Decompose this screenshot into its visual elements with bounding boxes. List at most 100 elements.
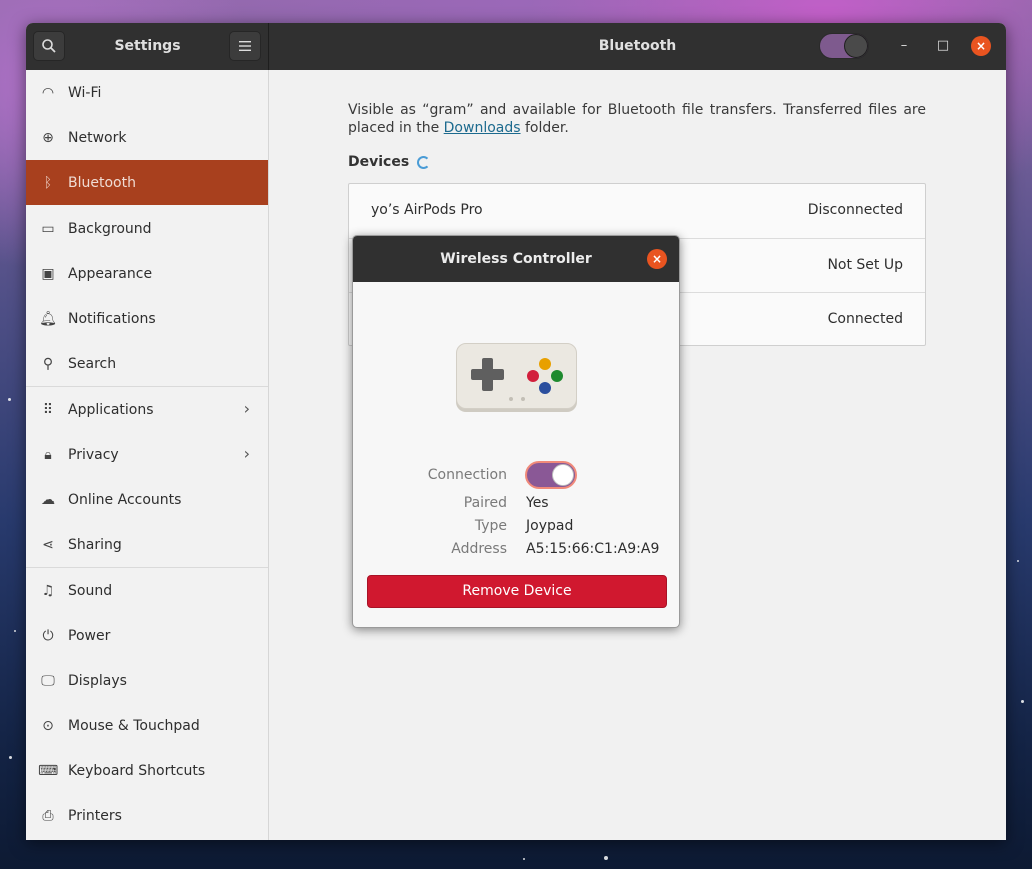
type-label: Type [474, 518, 507, 534]
gamepad-start-dot [521, 397, 525, 401]
scanning-spinner-icon [417, 156, 430, 169]
gamepad-button-left [527, 370, 539, 382]
visibility-description: Visible as “gram” and available for Blue… [348, 101, 926, 137]
device-status: Connected [827, 311, 903, 327]
bluetooth-power-switch[interactable] [819, 33, 869, 59]
window-close-button[interactable]: × [971, 36, 991, 56]
address-value: A5:15:66:C1:A9:A9 [526, 541, 660, 557]
mouse-icon: ⊙ [42, 717, 54, 734]
sidebar-header: Settings [26, 23, 269, 70]
sidebar-item-label: Bluetooth [68, 174, 136, 191]
sidebar-item-sharing[interactable]: ⋖ Sharing [26, 522, 268, 567]
description-suffix: folder. [520, 120, 569, 136]
keyboard-icon: ⌨ [38, 762, 59, 779]
downloads-link[interactable]: Downloads [444, 120, 521, 136]
switch-knob [844, 34, 868, 58]
background-star [1021, 700, 1024, 703]
gamepad-icon [456, 343, 577, 409]
dialog-title: Wireless Controller [353, 236, 679, 282]
sidebar-item-appearance[interactable]: ▣ Appearance [26, 251, 268, 296]
devices-heading: Devices [348, 154, 410, 170]
background-star [523, 858, 525, 860]
wifi-icon: ◠ [41, 84, 55, 101]
sidebar-item-label: Sound [68, 582, 113, 599]
menu-button[interactable] [229, 31, 261, 61]
sidebar-item-label: Printers [68, 807, 122, 824]
maximize-button[interactable]: □ [934, 37, 952, 55]
background-icon: ▭ [41, 220, 55, 237]
device-status: Disconnected [807, 202, 903, 218]
sidebar-item-label: Search [68, 355, 117, 372]
sidebar-item-printers[interactable]: ⎙ Printers [26, 793, 268, 838]
sidebar-item-label: Network [68, 129, 127, 146]
sidebar-item-label: Privacy [68, 446, 119, 463]
remove-device-button[interactable]: Remove Device [367, 575, 667, 608]
sidebar-item-notifications[interactable]: 🔔︎ Notifications [26, 296, 268, 341]
sidebar-item-label: Displays [68, 672, 127, 689]
lock-icon: 🔒︎ [44, 446, 52, 463]
sidebar-item-displays[interactable]: 🖵︎ Displays [26, 658, 268, 703]
sidebar-item-bluetooth[interactable]: ᛒ Bluetooth [26, 160, 268, 205]
sidebar-item-background[interactable]: ▭ Background [26, 206, 268, 251]
connection-toggle[interactable] [525, 461, 577, 489]
sidebar-item-label: Power [68, 627, 111, 644]
sidebar-item-label: Notifications [68, 310, 156, 327]
type-value: Joypad [526, 518, 574, 534]
display-icon: 🖵︎ [41, 672, 55, 689]
main-header: Bluetooth – □ × [269, 23, 1006, 70]
dialog-close-button[interactable]: × [647, 249, 667, 269]
music-note-icon: ♫ [41, 582, 55, 599]
background-star [1017, 560, 1019, 562]
sidebar-item-label: Mouse & Touchpad [68, 717, 200, 734]
sidebar-item-label: Keyboard Shortcuts [68, 762, 206, 779]
description-text: Visible as “gram” and available for Blue… [348, 102, 926, 136]
sidebar-item-online-accounts[interactable]: ☁ Online Accounts [26, 477, 268, 522]
sidebar-item-label: Appearance [68, 265, 153, 282]
sidebar-item-power[interactable]: ⏻ Power [26, 613, 268, 658]
sidebar-item-label: Online Accounts [68, 491, 182, 508]
bell-icon: 🔔︎ [39, 310, 57, 327]
sidebar-item-applications[interactable]: ⠿ Applications › [26, 387, 268, 432]
sidebar-item-keyboard-shortcuts[interactable]: ⌨ Keyboard Shortcuts [26, 748, 268, 793]
printer-icon: ⎙ [42, 807, 54, 824]
appearance-icon: ▣ [41, 265, 55, 282]
background-star [9, 756, 12, 759]
toggle-knob [552, 464, 574, 486]
chevron-right-icon: › [243, 399, 250, 418]
power-icon: ⏻ [42, 627, 54, 644]
sidebar-item-sound[interactable]: ♫ Sound [26, 568, 268, 613]
chevron-right-icon: › [243, 444, 250, 463]
device-status: Not Set Up [827, 257, 903, 273]
sidebar-item-label: Sharing [68, 536, 122, 553]
minimize-button[interactable]: – [895, 37, 913, 55]
bluetooth-icon: ᛒ [43, 174, 53, 191]
address-label: Address [451, 541, 507, 557]
device-row[interactable]: yo’s AirPods Pro Disconnected [349, 184, 925, 238]
sidebar-item-label: Wi-Fi [68, 84, 102, 101]
apps-grid-icon: ⠿ [42, 401, 54, 418]
share-icon: ⋖ [42, 536, 54, 553]
connection-label: Connection [427, 467, 507, 483]
header-bar: Settings Bluetooth – □ × [26, 23, 1006, 70]
sidebar-item-search[interactable]: ⚲ Search [26, 341, 268, 386]
dpad-horizontal [471, 369, 504, 380]
device-name: yo’s AirPods Pro [371, 202, 483, 218]
sidebar-item-label: Background [68, 220, 152, 237]
hamburger-menu-icon [239, 41, 251, 51]
sidebar-item-wifi[interactable]: ◠ Wi-Fi [26, 70, 268, 115]
search-icon: ⚲ [42, 355, 54, 372]
device-details-dialog: Wireless Controller × Connection Paired … [352, 235, 680, 628]
gamepad-button-top [539, 358, 551, 370]
sidebar-item-mouse-touchpad[interactable]: ⊙ Mouse & Touchpad [26, 703, 268, 748]
background-star [604, 856, 608, 860]
sidebar-item-privacy[interactable]: 🔒︎ Privacy › [26, 432, 268, 477]
gamepad-button-bottom [539, 382, 551, 394]
background-star [8, 398, 11, 401]
sidebar-item-network[interactable]: ⊕ Network [26, 115, 268, 160]
sidebar-item-label: Applications [68, 401, 154, 418]
background-star [14, 630, 16, 632]
sidebar: ◠ Wi-Fi ⊕ Network ᛒ Bluetooth ▭ Background ▣… [26, 70, 269, 840]
gamepad-button-right [551, 370, 563, 382]
gamepad-select-dot [509, 397, 513, 401]
network-icon: ⊕ [42, 129, 54, 146]
